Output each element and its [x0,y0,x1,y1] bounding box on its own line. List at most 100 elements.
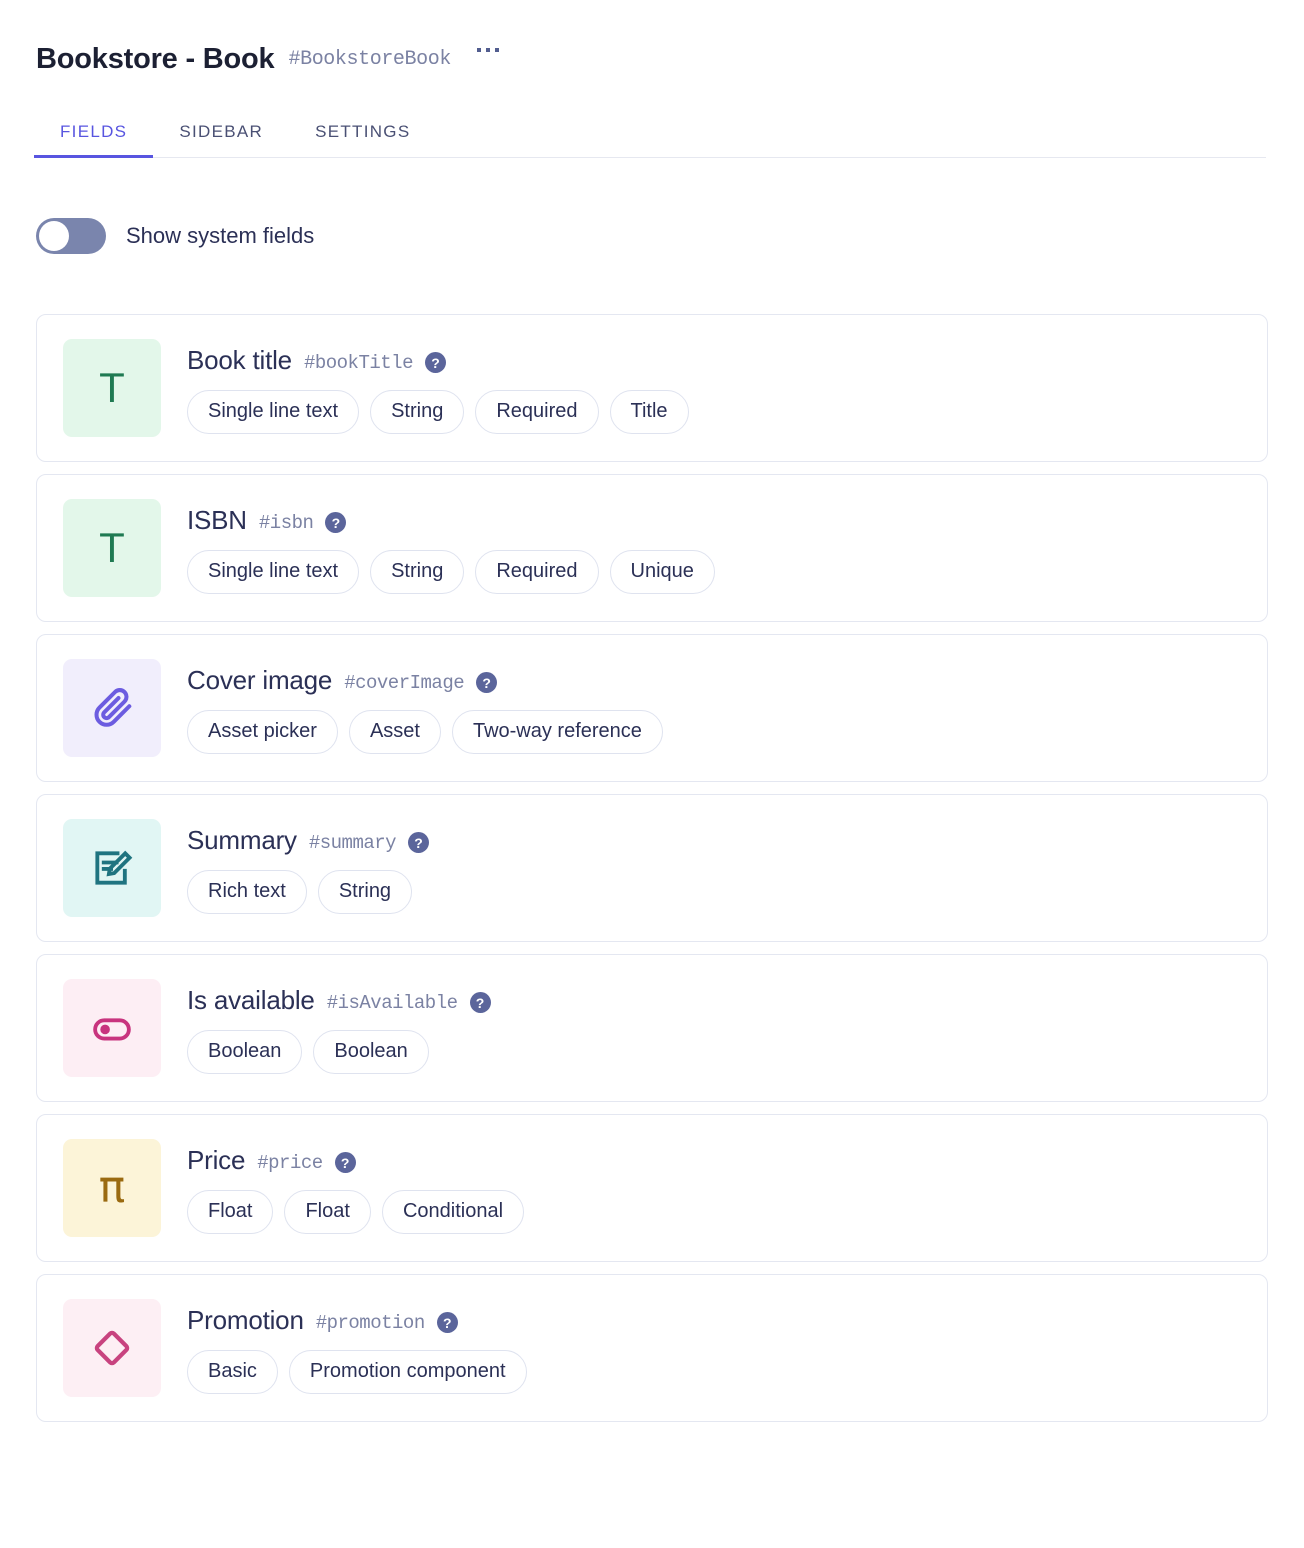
field-card[interactable]: Summary #summary? Rich textString [36,794,1268,942]
field-head: ISBN #isbn? [187,505,715,536]
field-name: Book title [187,345,292,376]
kebab-dot [495,48,499,52]
show-system-fields-label: Show system fields [126,223,314,249]
field-body: Price #price? FloatFloat Conditional [187,1139,524,1234]
field-slug: #promotion [316,1312,425,1334]
field-card[interactable]: Promotion #promotion? BasicPromotion compo… [36,1274,1268,1422]
field-pill: Conditional [382,1190,524,1234]
field-icon-tile: π [63,1139,161,1237]
boolean-toggle-icon [89,1005,135,1051]
field-pill: String [318,870,412,914]
show-system-fields-toggle[interactable] [36,218,106,254]
paperclip-icon [90,686,134,730]
title-row: Bookstore - Book #BookstoreBook [36,36,1268,82]
help-icon[interactable]: ? [325,512,346,533]
field-head: Price #price? [187,1145,524,1176]
field-pill: Boolean [187,1030,302,1074]
field-pill: Promotion component [289,1350,527,1394]
field-pill: Basic [187,1350,278,1394]
help-icon[interactable]: ? [437,1312,458,1333]
field-body: ISBN #isbn? Single line textStringRequired… [187,499,715,594]
kebab-dot [486,48,490,52]
text-field-icon: T [99,527,125,569]
field-pills: Single line textStringRequired Unique [187,550,715,594]
field-card[interactable]: T Book title #bookTitle? Single line textSt… [36,314,1268,462]
field-head: Cover image #coverImage? [187,665,663,696]
field-slug: #summary [309,832,396,854]
page-title: Bookstore - Book [36,45,275,74]
field-pills: Asset pickerAssetTwo-way reference [187,710,663,754]
field-card[interactable]: Cover image #coverImage? Asset pickerAsset… [36,634,1268,782]
help-icon[interactable]: ? [476,672,497,693]
field-body: Is available #isAvailable? BooleanBoolean [187,979,491,1074]
field-list: TBook title#bookTitle?Single line textSt… [0,254,1304,1446]
field-pill: Float [284,1190,370,1234]
field-slug: #coverImage [344,672,464,694]
rich-text-icon [90,846,134,890]
field-card[interactable]: π Price #price? FloatFloat Conditional [36,1114,1268,1262]
field-icon-tile: T [63,499,161,597]
field-name: Promotion [187,1305,304,1336]
field-icon-tile: T [63,339,161,437]
field-name: Is available [187,985,315,1016]
field-pills: BooleanBoolean [187,1030,491,1074]
show-system-fields-row: Show system fields [0,158,1304,254]
field-pill: Unique [610,550,715,594]
field-pill: Two-way reference [452,710,663,754]
field-pill: Rich text [187,870,307,914]
field-pill: Required [475,390,598,434]
field-pill: Float [187,1190,273,1234]
field-head: Promotion #promotion? [187,1305,527,1336]
field-name: Price [187,1145,245,1176]
help-icon[interactable]: ? [408,832,429,853]
field-icon-tile [63,819,161,917]
field-pills: FloatFloat Conditional [187,1190,524,1234]
field-head: Book title #bookTitle? [187,345,689,376]
help-icon[interactable]: ? [335,1152,356,1173]
field-pill: Title [610,390,689,434]
help-icon[interactable]: ? [470,992,491,1013]
text-field-icon: T [99,367,125,409]
field-slug: #isbn [259,512,314,534]
field-name: Summary [187,825,297,856]
field-head: Is available #isAvailable? [187,985,491,1016]
field-pills: Single line textStringRequired Title [187,390,689,434]
page-slug: #BookstoreBook [289,50,451,70]
field-slug: #bookTitle [304,352,413,374]
field-name: ISBN [187,505,247,536]
tab-bar: FIELDS SIDEBAR SETTINGS [34,112,1266,158]
field-body: Cover image #coverImage? Asset pickerAsset… [187,659,663,754]
field-pills: BasicPromotion component [187,1350,527,1394]
field-body: Book title #bookTitle? Single line textStr… [187,339,689,434]
diamond-component-icon [89,1325,135,1371]
field-card[interactable]: T ISBN #isbn? Single line textStringRequire… [36,474,1268,622]
tab-fields[interactable]: FIELDS [34,112,153,158]
field-body: Promotion #promotion? BasicPromotion compo… [187,1299,527,1394]
more-options-icon[interactable] [473,42,503,58]
help-icon[interactable]: ? [425,352,446,373]
field-name: Cover image [187,665,332,696]
field-pill: Boolean [313,1030,428,1074]
tab-settings[interactable]: SETTINGS [289,112,436,158]
tab-sidebar[interactable]: SIDEBAR [153,112,289,158]
page-header: Bookstore - Book #BookstoreBook FIELDS S… [0,0,1304,158]
field-card[interactable]: Is available #isAvailable? BooleanBoolean [36,954,1268,1102]
field-icon-tile [63,659,161,757]
field-head: Summary #summary? [187,825,429,856]
toggle-knob [39,221,69,251]
field-slug: #isAvailable [327,992,458,1014]
field-pill: Single line text [187,390,359,434]
field-pill: Required [475,550,598,594]
field-icon-tile [63,1299,161,1397]
pi-number-icon: π [99,1166,126,1210]
field-pill: Asset picker [187,710,338,754]
field-pills: Rich textString [187,870,429,914]
field-pill: Asset [349,710,441,754]
kebab-dot [477,48,481,52]
field-icon-tile [63,979,161,1077]
field-slug: #price [257,1152,322,1174]
field-pill: String [370,390,464,434]
field-body: Summary #summary? Rich textString [187,819,429,914]
field-pill: String [370,550,464,594]
field-pill: Single line text [187,550,359,594]
